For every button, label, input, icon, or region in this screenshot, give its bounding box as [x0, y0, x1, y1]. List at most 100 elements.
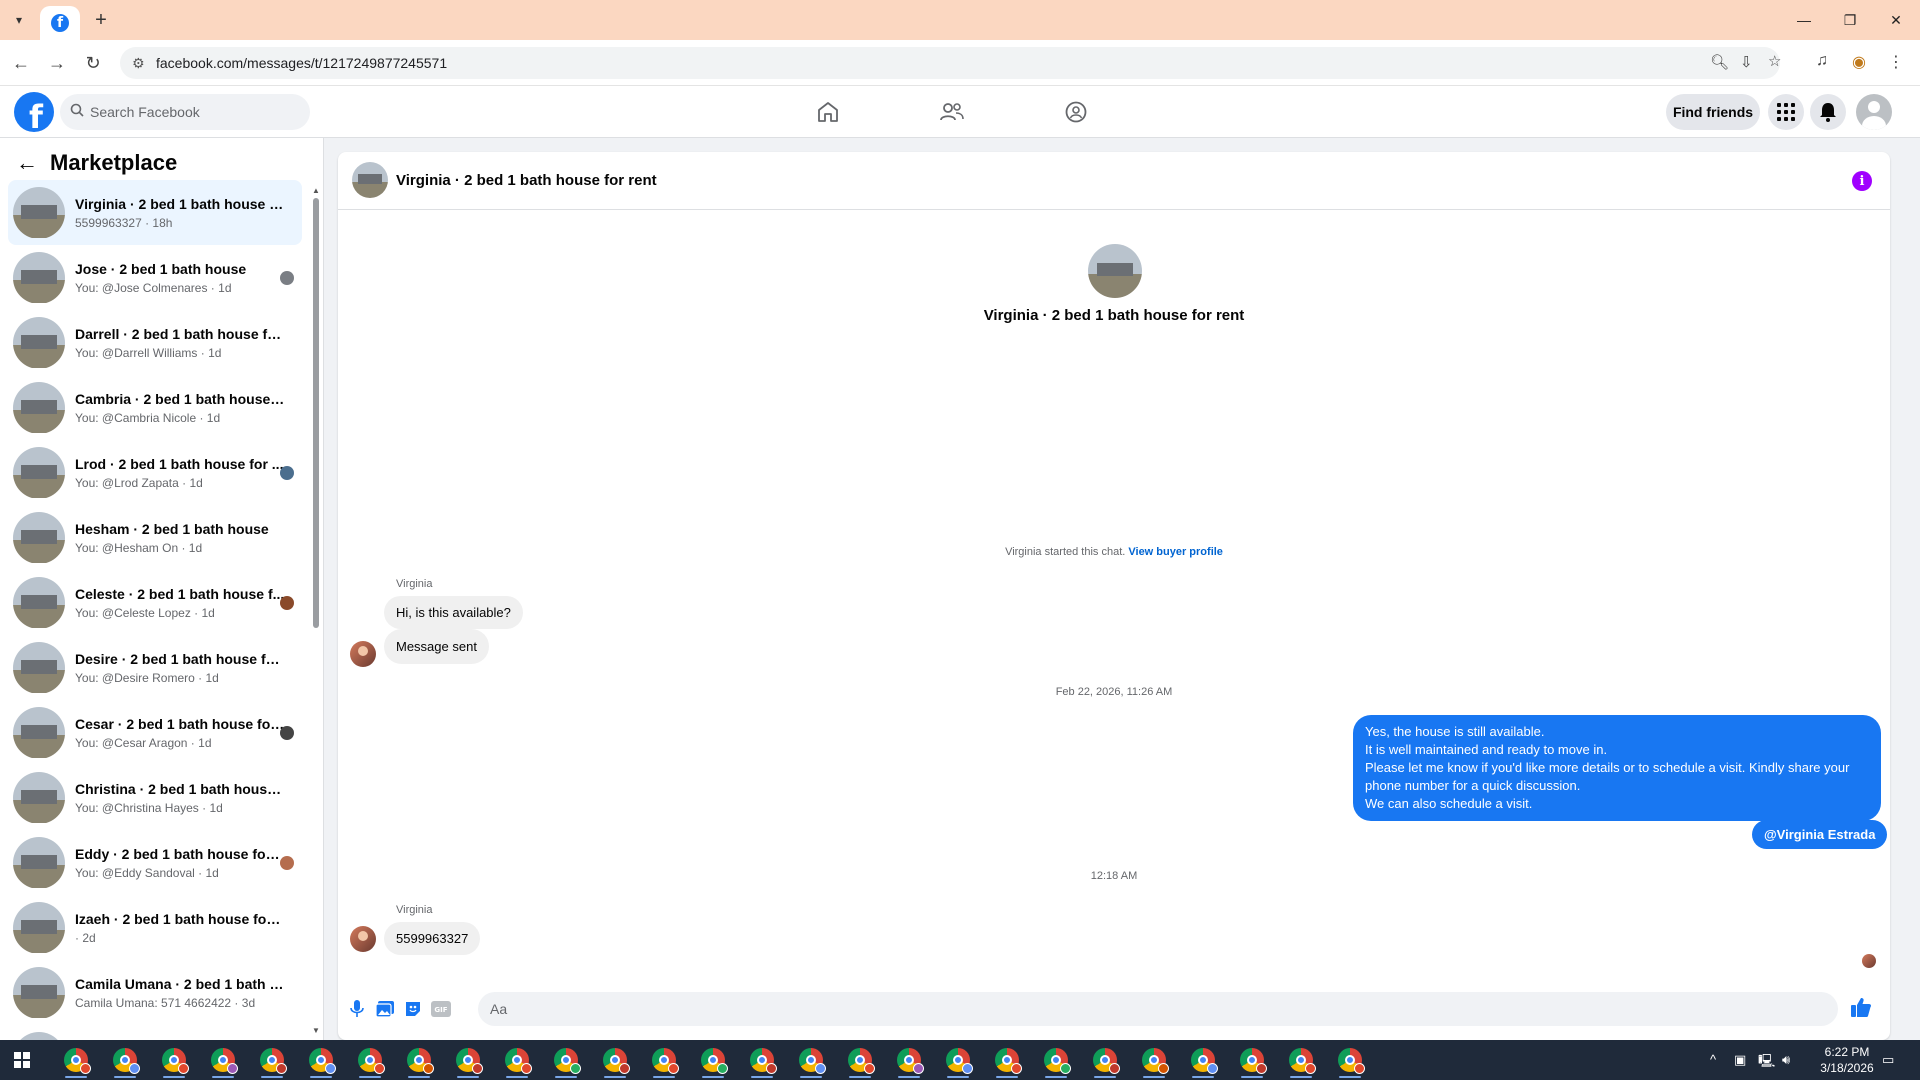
chrome-taskbar-icon[interactable] [456, 1048, 483, 1074]
conversation-name: Cesar · 2 bed 1 bath house for... [75, 715, 285, 732]
chrome-taskbar-icon[interactable] [64, 1048, 91, 1074]
incoming-message[interactable]: 5599963327 [384, 922, 481, 955]
network-icon[interactable]: 🖳︎ [1758, 1052, 1775, 1074]
view-buyer-profile-link[interactable]: View buyer profile [1128, 546, 1223, 558]
chrome-taskbar-icon[interactable] [603, 1048, 630, 1074]
conversation-item[interactable]: Hesham · 2 bed 1 bath house You: @Hesham … [8, 505, 302, 570]
conversation-item[interactable]: Jose · 2 bed 1 bath house You: @Jose Colm… [8, 245, 302, 310]
tab-search-icon[interactable]: ▾ [8, 10, 30, 30]
chrome-taskbar-icon[interactable] [799, 1048, 826, 1074]
chrome-taskbar-icon[interactable] [1191, 1048, 1218, 1074]
chrome-taskbar-icon[interactable] [1044, 1048, 1071, 1074]
like-thumbs-up-icon[interactable] [1850, 996, 1872, 1018]
outgoing-message[interactable]: Yes, the house is still available. It is… [1353, 715, 1881, 821]
sidebar-scrollbar[interactable]: ▲ ▼ [312, 186, 320, 1036]
sticker-icon[interactable] [402, 998, 424, 1020]
incoming-message[interactable]: Message sent [384, 629, 489, 664]
microphone-icon[interactable] [346, 998, 368, 1020]
nav-friends[interactable] [892, 86, 1012, 138]
info-icon[interactable]: i [1852, 171, 1872, 191]
sender-avatar[interactable] [350, 641, 376, 667]
chrome-taskbar-icon[interactable] [505, 1048, 532, 1074]
address-bar[interactable]: ⚙ facebook.com/messages/t/12172498772455… [120, 47, 1781, 79]
outgoing-mention[interactable]: @Virginia Estrada [1752, 820, 1888, 849]
back-icon[interactable]: ← [10, 52, 32, 74]
minimize-icon[interactable]: — [1784, 8, 1824, 32]
chrome-taskbar-icon[interactable] [1142, 1048, 1169, 1074]
chrome-taskbar-icon[interactable] [1289, 1048, 1316, 1074]
volume-icon[interactable]: 🔊︎ [1782, 1052, 1790, 1068]
chrome-taskbar-icon[interactable] [995, 1048, 1022, 1074]
chrome-taskbar-icon[interactable] [701, 1048, 728, 1074]
menu-kebab-icon[interactable]: ⋮ [1888, 52, 1904, 72]
gif-icon[interactable]: GIF [430, 998, 452, 1020]
restore-icon[interactable]: ❐ [1830, 8, 1870, 32]
photo-icon[interactable] [374, 998, 396, 1020]
install-app-icon[interactable]: ⇩ [1740, 53, 1753, 71]
chrome-taskbar-icon[interactable] [897, 1048, 924, 1074]
chrome-taskbar-icon[interactable] [407, 1048, 434, 1074]
notifications-button[interactable] [1810, 94, 1846, 130]
security-tray-icon[interactable]: ▣ [1734, 1052, 1746, 1068]
chrome-taskbar-icon[interactable] [162, 1048, 189, 1074]
site-info-icon[interactable]: ⚙ [132, 55, 145, 72]
chat-title[interactable]: Virginia · 2 bed 1 bath house for rent [396, 172, 657, 189]
menu-button[interactable] [1768, 94, 1804, 130]
bookmark-star-icon[interactable]: ☆ [1768, 52, 1781, 70]
conversation-item[interactable]: Darrell · 2 bed 1 bath house for r... You… [8, 310, 302, 375]
chrome-taskbar-icon[interactable] [1093, 1048, 1120, 1074]
conversation-item[interactable]: Eddy · 2 bed 1 bath house for ... You: @E… [8, 830, 302, 895]
facebook-logo-icon[interactable]: f [14, 92, 54, 132]
conversation-item[interactable]: Celeste · 2 bed 1 bath house f... You: @C… [8, 570, 302, 635]
conversation-item[interactable]: Izaeh · 2 bed 1 bath house for re... · 2… [8, 895, 302, 960]
new-tab-icon[interactable]: + [90, 9, 112, 31]
windows-start-icon[interactable] [14, 1052, 30, 1068]
conversation-item[interactable]: Lrod · 2 bed 1 bath house for ... You: @L… [8, 440, 302, 505]
conversation-item[interactable]: Christina · 2 bed 1 bath house fo... You:… [8, 765, 302, 830]
chrome-taskbar-icon[interactable] [309, 1048, 336, 1074]
conversation-item[interactable]: Cambria · 2 bed 1 bath house fo... You: @… [8, 375, 302, 440]
message-input[interactable]: Aa [478, 992, 1838, 1026]
browser-tab-facebook[interactable]: f [40, 6, 80, 40]
chrome-taskbar-icon[interactable] [260, 1048, 287, 1074]
system-clock[interactable]: 6:22 PM 3/18/2026 [1812, 1044, 1882, 1076]
profile-icon[interactable]: ◉ [1852, 52, 1866, 72]
conversation-item[interactable]: Desire · 2 bed 1 bath house for r... You:… [8, 635, 302, 700]
scroll-up-icon[interactable]: ▲ [312, 186, 320, 195]
chrome-taskbar-icon[interactable] [750, 1048, 777, 1074]
chrome-taskbar-icon[interactable] [946, 1048, 973, 1074]
chrome-taskbar-icon[interactable] [358, 1048, 385, 1074]
reload-icon[interactable]: ↻ [82, 52, 104, 74]
scroll-down-icon[interactable]: ▼ [312, 1026, 320, 1035]
nav-home[interactable] [768, 86, 888, 138]
conversation-name: Lrod · 2 bed 1 bath house for ... [75, 455, 284, 472]
scrollbar-thumb[interactable] [313, 198, 319, 628]
back-arrow-icon[interactable]: ← [16, 150, 38, 176]
chrome-taskbar-icon[interactable] [1338, 1048, 1365, 1074]
sender-avatar[interactable] [350, 926, 376, 952]
nav-groups[interactable] [1016, 86, 1136, 138]
seen-avatar [280, 856, 294, 870]
conversation-item[interactable]: Cesar · 2 bed 1 bath house for... You: @C… [8, 700, 302, 765]
chrome-taskbar-icon[interactable] [848, 1048, 875, 1074]
account-avatar[interactable] [1856, 94, 1892, 130]
chrome-taskbar-icon[interactable] [113, 1048, 140, 1074]
media-controls-icon[interactable]: ♫ [1816, 52, 1828, 70]
search-input[interactable]: Search Facebook [60, 94, 310, 130]
zoom-icon[interactable]: 🔍︎ [1710, 53, 1729, 71]
conversation-item[interactable]: Camila Umana · 2 bed 1 bath ho... Camila … [8, 960, 302, 1025]
notifications-tray-icon[interactable]: ▭ [1882, 1052, 1894, 1068]
conversation-item[interactable] [8, 1025, 302, 1040]
conversation-item[interactable]: Virginia · 2 bed 1 bath house for... 5599… [8, 180, 302, 245]
chrome-taskbar-icon[interactable] [1240, 1048, 1267, 1074]
close-window-icon[interactable]: ✕ [1876, 8, 1916, 32]
chrome-taskbar-icon[interactable] [211, 1048, 238, 1074]
chrome-taskbar-icon[interactable] [554, 1048, 581, 1074]
incoming-message[interactable]: Hi, is this available? [384, 596, 523, 629]
chrome-taskbar-icon[interactable] [652, 1048, 679, 1074]
intro-avatar[interactable] [1088, 244, 1142, 298]
tray-chevron-icon[interactable]: ^ [1710, 1052, 1716, 1067]
find-friends-button[interactable]: Find friends [1666, 94, 1760, 130]
forward-icon[interactable]: → [46, 52, 68, 74]
chat-header-avatar[interactable] [352, 162, 388, 198]
